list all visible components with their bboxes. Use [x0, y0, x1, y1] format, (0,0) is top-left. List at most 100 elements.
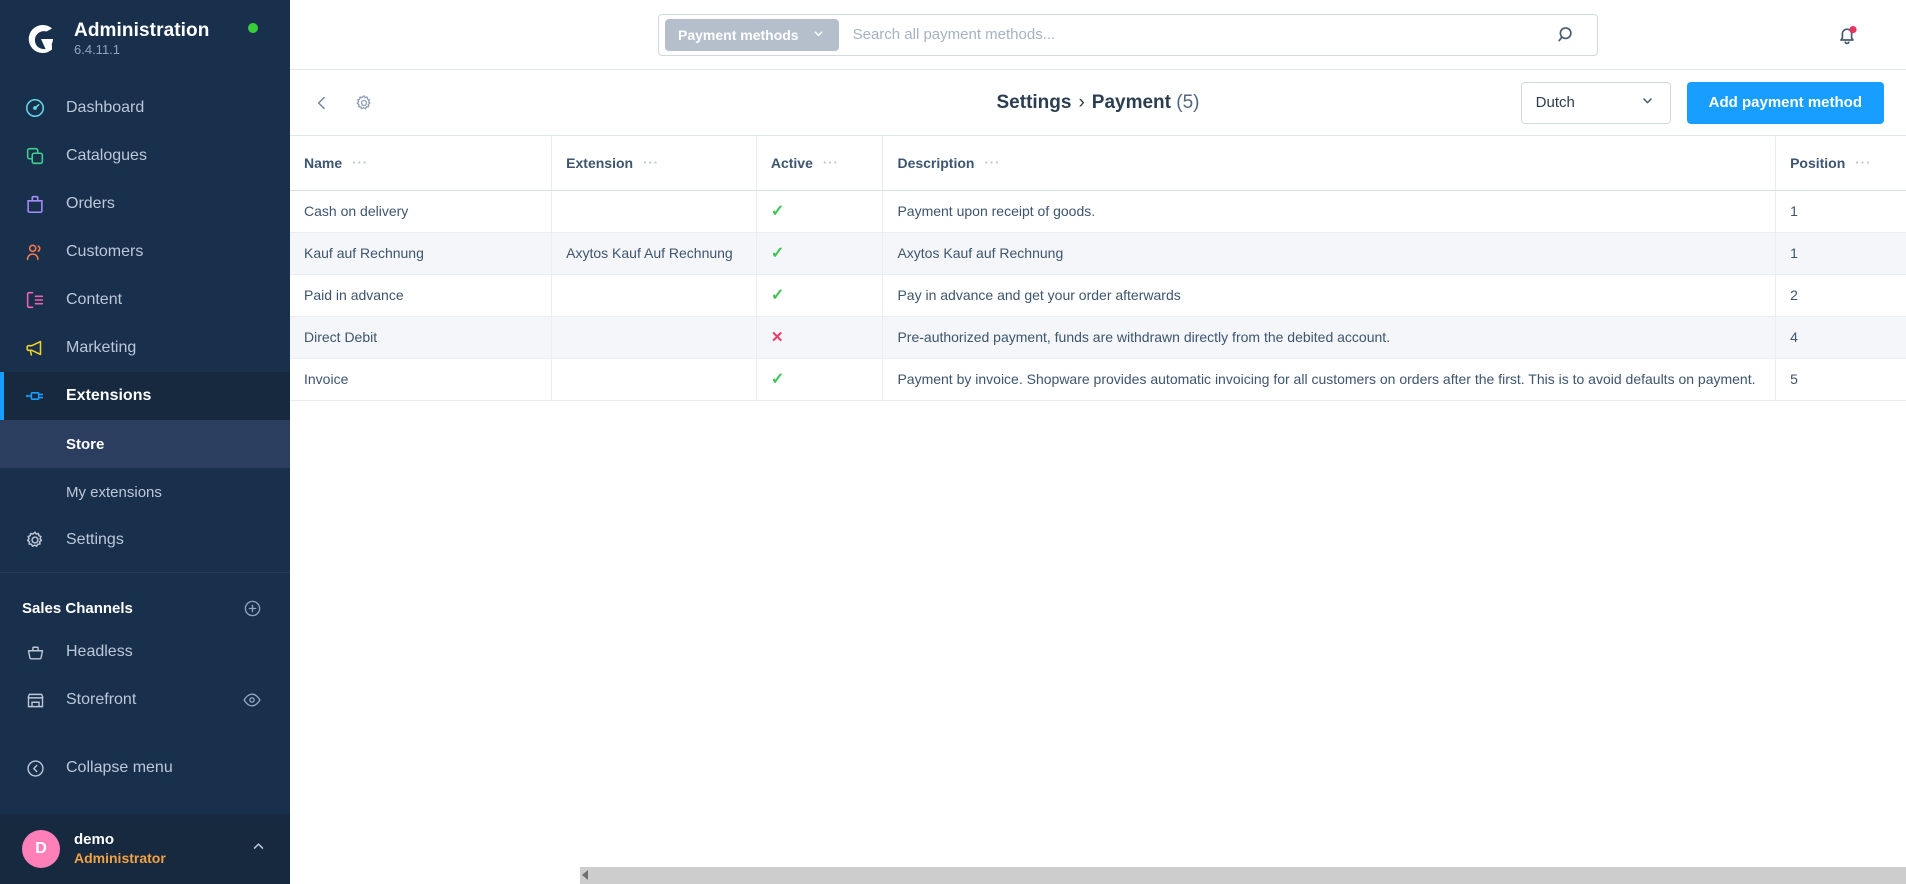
active-true-icon: ✓: [770, 203, 785, 220]
gear-icon: [22, 527, 48, 553]
table-header-row: Name ··· Extension ··· Active ··· Descri…: [290, 136, 1906, 191]
sidebar-item-extensions[interactable]: Extensions: [0, 372, 290, 420]
search-input[interactable]: [838, 26, 1556, 43]
sidebar-item-label: Content: [66, 291, 123, 308]
chevron-left-icon[interactable]: [312, 93, 332, 113]
search-scope-chip[interactable]: Payment methods: [665, 18, 839, 51]
brand-version: 6.4.11.1: [74, 42, 121, 58]
topbar: Payment methods: [290, 0, 1906, 70]
page-header: Settings › Payment (5) Dutch Add payment m…: [290, 70, 1906, 136]
search-icon[interactable]: [1556, 24, 1597, 45]
plus-circle-icon[interactable]: [243, 599, 262, 618]
table-row[interactable]: Direct Debit ✕ Pre-authorized payment, fun…: [290, 316, 1906, 359]
cell-active: ✓: [756, 358, 884, 401]
active-false-icon: ✕: [770, 329, 784, 346]
sidebar-item-headless[interactable]: Headless: [0, 628, 290, 676]
scrollbar-thumb[interactable]: [580, 868, 1640, 883]
cell-active: ✕: [756, 316, 884, 359]
sidebar-subitem-label: Store: [66, 435, 105, 453]
cell-name: Direct Debit: [290, 316, 553, 359]
sidebar-item-label: Dashboard: [66, 99, 145, 116]
table-header: Name ··· Extension ··· Active ··· Descri…: [290, 136, 1906, 191]
column-label: Active: [770, 154, 813, 171]
sidebar-item-store[interactable]: Store: [0, 420, 290, 468]
global-search: Payment methods: [658, 13, 1598, 56]
cell-description: Pay in advance and get your order afterw…: [882, 274, 1777, 317]
chevron-down-icon: [811, 26, 826, 44]
eye-icon[interactable]: [242, 690, 262, 710]
catalogues-icon: [22, 143, 48, 169]
customers-icon: [22, 239, 48, 265]
marketing-icon: [22, 335, 48, 361]
sidebar-item-orders[interactable]: Orders: [0, 180, 290, 228]
sidebar-item-my-extensions[interactable]: My extensions: [0, 468, 290, 516]
horizontal-scrollbar[interactable]: [580, 867, 1906, 884]
column-header-active[interactable]: Active ···: [756, 136, 884, 191]
table-row[interactable]: Invoice ✓ Payment by invoice. Shopware pro…: [290, 358, 1906, 401]
cell-extension: Axytos Kauf Auf Rechnung: [551, 232, 757, 275]
table-body: Cash on delivery ✓ Payment upon receipt of…: [290, 190, 1906, 401]
user-role: Administrator: [74, 849, 166, 866]
avatar: D: [22, 830, 60, 868]
column-header-position[interactable]: Position ···: [1775, 136, 1906, 191]
chevron-up-icon: [249, 837, 268, 861]
cell-active: ✓: [756, 274, 884, 317]
extensions-icon: [22, 383, 48, 409]
column-header-description[interactable]: Description ···: [882, 136, 1777, 191]
breadcrumb-parent[interactable]: Settings: [997, 92, 1072, 113]
table-row[interactable]: Paid in advance ✓ Pay in advance and get y…: [290, 274, 1906, 317]
sidebar-item-content[interactable]: Content: [0, 276, 290, 324]
cell-extension: [551, 316, 757, 359]
notifications-button[interactable]: [1834, 22, 1860, 48]
cell-name: Invoice: [290, 358, 553, 401]
user-account-button[interactable]: D demo Administrator: [0, 814, 290, 884]
cell-position: 4: [1775, 316, 1906, 359]
gear-icon[interactable]: [354, 93, 374, 113]
chevron-down-icon: [1639, 92, 1656, 113]
cell-name: Paid in advance: [290, 274, 553, 317]
cell-description: Axytos Kauf auf Rechnung: [882, 232, 1777, 275]
orders-icon: [22, 191, 48, 217]
column-menu-icon[interactable]: ···: [823, 155, 839, 170]
brand-header[interactable]: Administration 6.4.11.1: [0, 0, 290, 70]
sidebar-collapse-menu[interactable]: Collapse menu: [0, 744, 290, 792]
column-menu-icon[interactable]: ···: [643, 155, 659, 170]
column-header-name[interactable]: Name ···: [290, 136, 553, 191]
cell-active: ✓: [756, 232, 884, 275]
column-label: Description: [897, 154, 975, 171]
sidebar-item-dashboard[interactable]: Dashboard: [0, 84, 290, 132]
cell-extension: [551, 190, 757, 233]
sidebar-item-storefront[interactable]: Storefront: [0, 676, 290, 724]
shopware-logo-icon: [22, 20, 60, 58]
sidebar-item-label: Orders: [66, 195, 115, 212]
table-row[interactable]: Kauf auf Rechnung Axytos Kauf Auf Rechnun…: [290, 232, 1906, 275]
sidebar-item-customers[interactable]: Customers: [0, 228, 290, 276]
sidebar-item-settings[interactable]: Settings: [0, 516, 290, 564]
column-menu-icon[interactable]: ···: [1855, 155, 1871, 170]
add-payment-method-button[interactable]: Add payment method: [1686, 81, 1884, 124]
breadcrumb-separator: ›: [1078, 91, 1085, 113]
data-grid: Name ··· Extension ··· Active ··· Descri…: [290, 136, 1906, 884]
column-menu-icon[interactable]: ···: [352, 155, 368, 170]
sidebar-footer: D demo Administrator: [0, 814, 290, 884]
column-menu-icon[interactable]: ···: [984, 155, 1000, 170]
column-header-extension[interactable]: Extension ···: [551, 136, 757, 191]
cell-description: Pre-authorized payment, funds are withdr…: [882, 316, 1777, 359]
dashboard-icon: [22, 95, 48, 121]
basket-icon: [22, 639, 48, 665]
breadcrumb-current: Payment: [1091, 91, 1171, 113]
scroll-left-arrow-icon[interactable]: [582, 870, 588, 880]
sidebar-item-label: Collapse menu: [66, 759, 173, 776]
cell-position: 5: [1775, 358, 1906, 401]
cell-active: ✓: [756, 190, 884, 233]
language-select[interactable]: Dutch: [1520, 81, 1671, 124]
active-true-icon: ✓: [770, 287, 785, 304]
brand-title: Administration: [74, 19, 210, 41]
sidebar-item-catalogues[interactable]: Catalogues: [0, 132, 290, 180]
sidebar-item-marketing[interactable]: Marketing: [0, 324, 290, 372]
sidebar-item-label: Marketing: [66, 339, 137, 356]
cell-position: 1: [1775, 190, 1906, 233]
table-row[interactable]: Cash on delivery ✓ Payment upon receipt of…: [290, 190, 1906, 233]
sidebar-item-label: Headless: [66, 643, 133, 660]
user-name: demo: [74, 830, 115, 848]
